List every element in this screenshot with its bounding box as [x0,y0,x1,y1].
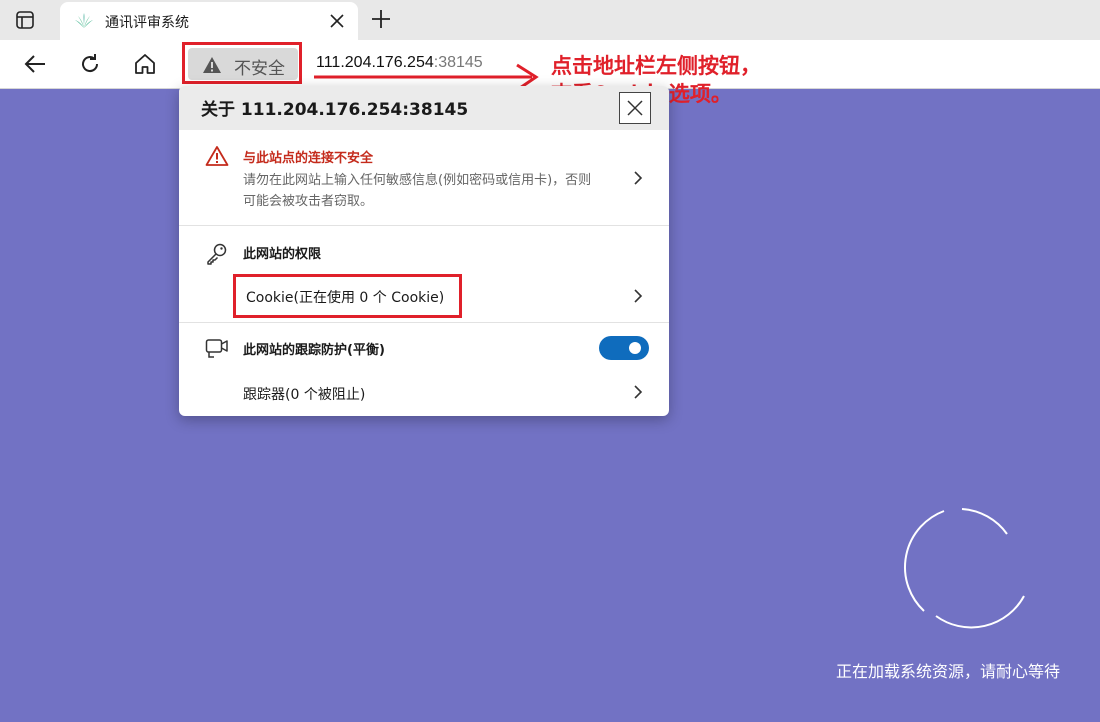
permissions-title: 此网站的权限 [243,247,322,262]
back-arrow-icon[interactable] [23,52,47,76]
trackers-option-label[interactable]: 跟踪器(0 个被阻止) [243,384,365,404]
plant-favicon-icon [74,12,94,30]
warning-triangle-icon [205,145,229,167]
connection-warning-title: 与此站点的连接不安全 [243,151,374,166]
connection-security-row[interactable]: 与此站点的连接不安全 请勿在此网站上输入任何敏感信息(例如密码或信用卡)，否则可… [179,130,669,226]
cookie-option-label: Cookie(正在使用 0 个 Cookie) [246,290,445,306]
connection-warning-description: 请勿在此网站上输入任何敏感信息(例如密码或信用卡)，否则可能会被攻击者窃取。 [243,173,592,209]
annotation-line-1: 点击地址栏左侧按钮， [551,54,761,78]
chevron-right-icon [633,170,643,186]
plus-icon[interactable] [370,8,392,30]
toggle-knob [629,342,641,354]
chevron-right-icon[interactable] [633,288,643,304]
browser-toolbar: 不安全 [0,40,1100,89]
home-icon[interactable] [133,52,157,76]
loading-text: 正在加载系统资源，请耐心等待 [836,662,1061,681]
close-icon[interactable] [328,12,346,30]
divider [179,225,669,226]
tab-actions-icon[interactable] [14,9,36,31]
tab-title: 通讯评审系统 [105,15,189,31]
popup-title: 关于 111.204.176.254:38145 [201,100,469,120]
tracking-prevention-title: 此网站的跟踪防护(平衡) [243,343,385,358]
chevron-right-icon[interactable] [633,384,643,400]
close-icon [627,100,643,116]
refresh-icon[interactable] [78,52,102,76]
tab-strip: 通讯评审系统 [0,0,1100,40]
tracking-prevention-toggle[interactable] [599,336,649,360]
key-icon [205,242,229,266]
loading-spinner-icon [894,506,1030,634]
popup-close-button[interactable] [619,92,651,124]
popup-header: 关于 111.204.176.254:38145 [179,86,669,130]
annotation-highlight-box [182,42,302,84]
site-info-popup: 关于 111.204.176.254:38145 与此站点的连接不安全 请勿在此… [179,86,669,416]
browser-tab[interactable]: 通讯评审系统 [60,2,358,40]
camera-tracking-icon [205,337,229,359]
divider [179,322,669,323]
cookie-option[interactable]: Cookie(正在使用 0 个 Cookie) [233,274,462,318]
